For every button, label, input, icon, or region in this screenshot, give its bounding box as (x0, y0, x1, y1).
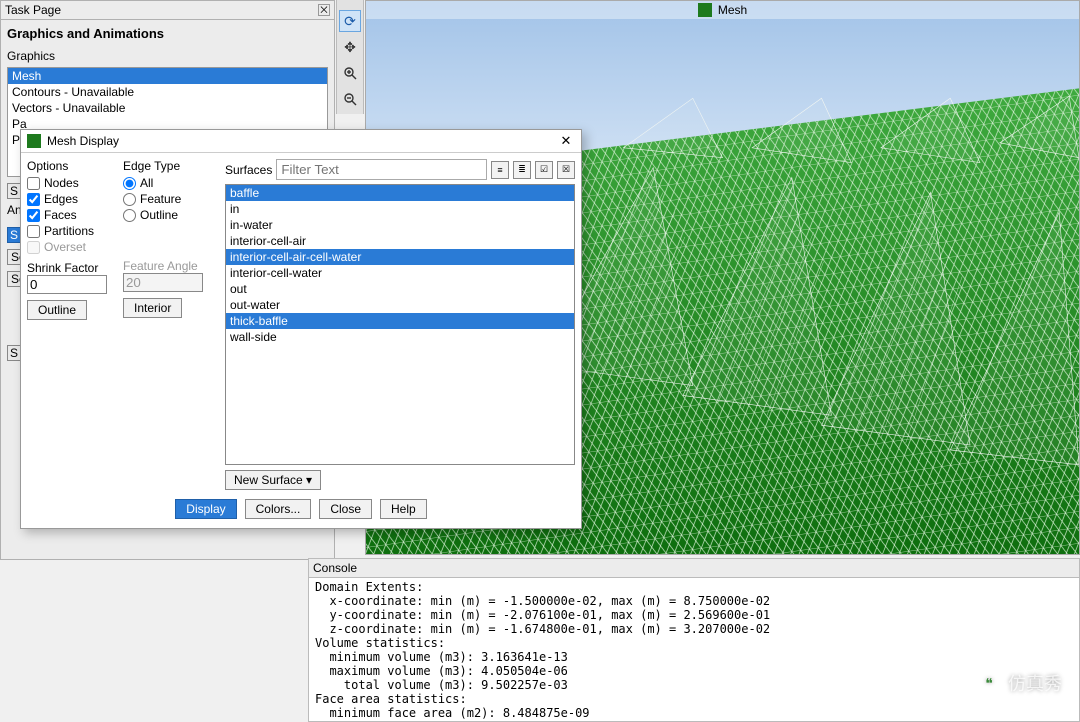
select-all-icon[interactable]: ☑ (535, 161, 553, 179)
edge-type-outline[interactable]: Outline (123, 207, 213, 223)
surface-item-interior-cell-air-cell-water[interactable]: interior-cell-air-cell-water (226, 249, 574, 265)
graphics-item-vectors[interactable]: Vectors - Unavailable (8, 100, 327, 116)
shrink-factor-input[interactable] (27, 275, 107, 294)
surface-item-wall-side[interactable]: wall-side (226, 329, 574, 345)
surfaces-label: Surfaces (225, 163, 272, 177)
animations-s-button[interactable]: S (7, 227, 21, 243)
filter-toggle-icon[interactable]: ≡ (491, 161, 509, 179)
surface-item-out[interactable]: out (226, 281, 574, 297)
mesh-display-title: Mesh Display (47, 134, 557, 148)
task-page-header: Task Page ⨉ (1, 1, 334, 20)
s3-button[interactable]: S (7, 345, 21, 361)
colors-button[interactable]: Colors... (245, 499, 312, 519)
mesh-app-icon (698, 3, 712, 17)
task-page-title: Task Page (5, 3, 318, 17)
display-button[interactable]: Display (175, 499, 236, 519)
option-overset: Overset (27, 239, 117, 255)
graphics-heading: Graphics and Animations (1, 20, 334, 45)
option-partitions[interactable]: Partitions (27, 223, 117, 239)
surface-item-thick-baffle[interactable]: thick-baffle (226, 313, 574, 329)
surface-item-out-water[interactable]: out-water (226, 297, 574, 313)
mesh-display-dialog: Mesh Display ✕ Options Nodes Edges Faces… (20, 129, 582, 529)
sync-icon[interactable]: ⟳ (339, 10, 361, 32)
s2-button[interactable]: Se (7, 271, 21, 287)
surfaces-filter-input[interactable] (276, 159, 487, 180)
edge-type-feature[interactable]: Feature (123, 191, 213, 207)
mesh-view-titlebar: Mesh (366, 1, 1079, 19)
graphics-item-contours[interactable]: Contours - Unavailable (8, 84, 327, 100)
zoom-in-icon[interactable] (339, 62, 361, 84)
zoom-out-icon[interactable] (339, 88, 361, 110)
feature-angle-label: Feature Angle (123, 259, 213, 273)
feature-angle-input (123, 273, 203, 292)
console-output[interactable]: Domain Extents: x-coordinate: min (m) = … (309, 578, 1079, 721)
edge-type-all[interactable]: All (123, 175, 213, 191)
s1-button[interactable]: Se (7, 249, 21, 265)
graphics-item-mesh[interactable]: Mesh (8, 68, 327, 84)
mesh-view-title: Mesh (718, 3, 747, 17)
filter-match-icon[interactable]: ≣ (513, 161, 531, 179)
mesh-display-close-icon[interactable]: ✕ (557, 133, 575, 149)
view-toolbar: ⟳ ✥ (336, 0, 364, 114)
shrink-factor-label: Shrink Factor (27, 261, 117, 275)
dialog-app-icon (27, 134, 41, 148)
help-button[interactable]: Help (380, 499, 427, 519)
surface-item-in[interactable]: in (226, 201, 574, 217)
console-panel: Console Domain Extents: x-coordinate: mi… (308, 558, 1080, 722)
surface-item-in-water[interactable]: in-water (226, 217, 574, 233)
deselect-all-icon[interactable]: ☒ (557, 161, 575, 179)
graphics-setup-button[interactable]: S (7, 183, 21, 199)
console-title: Console (309, 559, 1079, 578)
surface-item-interior-cell-air[interactable]: interior-cell-air (226, 233, 574, 249)
close-button[interactable]: Close (319, 499, 372, 519)
task-page-close-icon[interactable]: ⨉ (318, 4, 330, 16)
graphics-subheading: Graphics (1, 45, 334, 67)
edge-type-group-label: Edge Type (123, 159, 213, 173)
surface-item-baffle[interactable]: baffle (226, 185, 574, 201)
new-surface-button[interactable]: New Surface ▾ (225, 470, 321, 490)
options-group-label: Options (27, 159, 117, 173)
surfaces-listbox[interactable]: baffle in in-water interior-cell-air int… (225, 184, 575, 465)
outline-button[interactable]: Outline (27, 300, 87, 320)
option-edges[interactable]: Edges (27, 191, 117, 207)
option-nodes[interactable]: Nodes (27, 175, 117, 191)
move-icon[interactable]: ✥ (339, 36, 361, 58)
mesh-display-titlebar[interactable]: Mesh Display ✕ (21, 130, 581, 153)
option-faces[interactable]: Faces (27, 207, 117, 223)
interior-button[interactable]: Interior (123, 298, 182, 318)
surface-item-interior-cell-water[interactable]: interior-cell-water (226, 265, 574, 281)
